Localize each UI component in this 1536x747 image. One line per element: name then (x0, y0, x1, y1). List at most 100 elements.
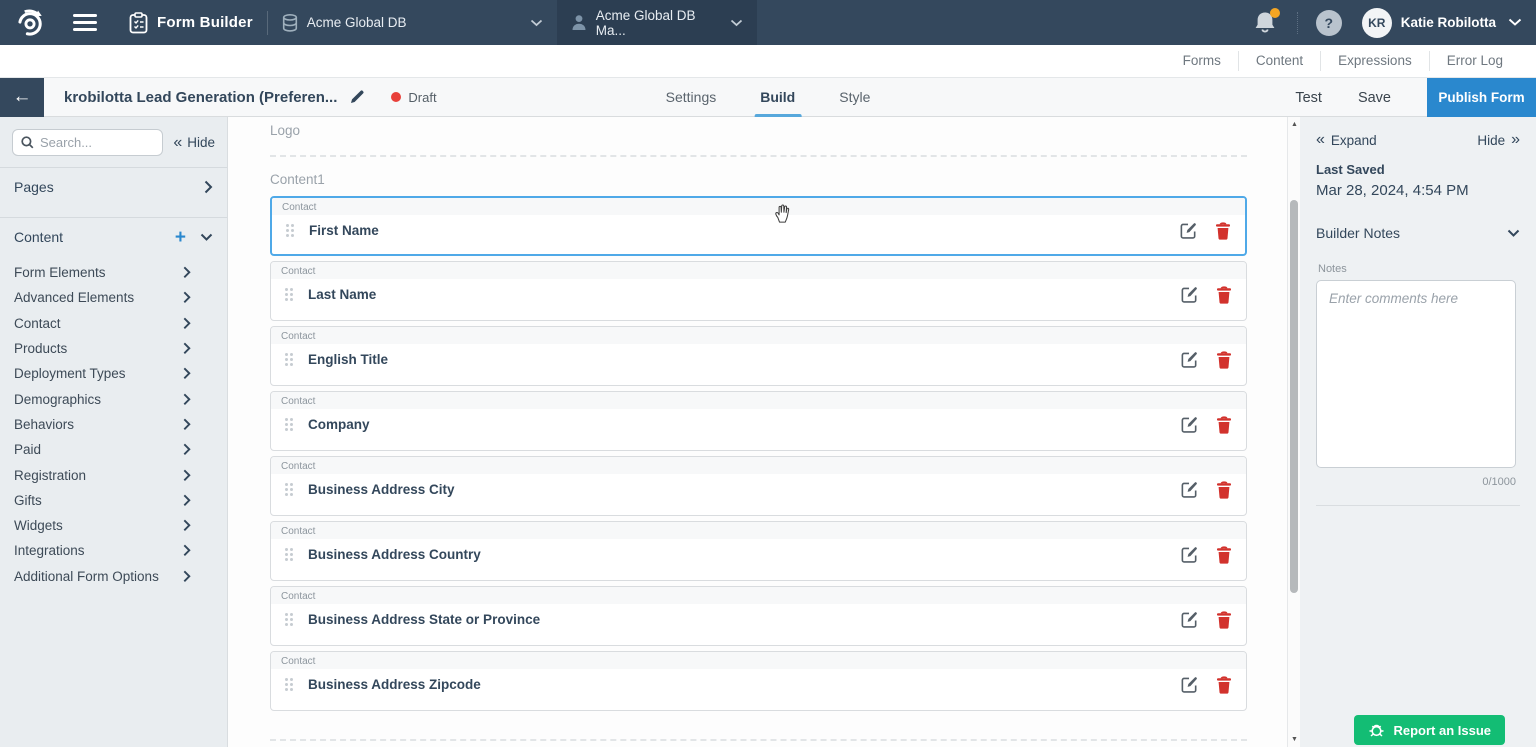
delete-field-trash-icon[interactable] (1216, 415, 1232, 434)
field-card[interactable]: Contact First Name (270, 196, 1247, 256)
edit-field-icon[interactable] (1180, 480, 1199, 499)
drag-handle-icon[interactable] (285, 353, 293, 366)
drag-handle-icon[interactable] (285, 678, 293, 691)
help-icon[interactable]: ? (1316, 10, 1342, 36)
delete-field-trash-icon[interactable] (1216, 285, 1232, 304)
sidebar-category-item[interactable]: Deployment Types (14, 361, 191, 386)
builder-notes-header[interactable]: Builder Notes (1316, 225, 1520, 241)
search-icon (21, 136, 34, 149)
chevron-down-icon[interactable] (200, 233, 213, 242)
tab-build[interactable]: Build (760, 78, 795, 117)
sidebar-category-item[interactable]: Paid (14, 437, 191, 462)
chevron-down-icon (530, 19, 543, 27)
field-label: Business Address Country (308, 547, 481, 562)
field-label: Business Address State or Province (308, 612, 540, 627)
delete-field-trash-icon[interactable] (1216, 545, 1232, 564)
chevron-right-icon (183, 393, 191, 406)
category-label: Behaviors (14, 417, 74, 432)
sidebar-section-pages[interactable]: Pages (0, 168, 227, 206)
expand-panel-button[interactable]: « Expand (1316, 131, 1377, 149)
field-card[interactable]: Contact Company (270, 391, 1247, 451)
edit-field-icon[interactable] (1180, 545, 1199, 564)
field-card[interactable]: Contact Business Address Country (270, 521, 1247, 581)
hand-cursor-icon (773, 202, 792, 224)
save-button[interactable]: Save (1358, 90, 1391, 106)
sidebar-category-item[interactable]: Registration (14, 462, 191, 487)
sidebar-category-item[interactable]: Widgets (14, 513, 191, 538)
drag-handle-icon[interactable] (285, 613, 293, 626)
delete-field-trash-icon[interactable] (1215, 221, 1231, 240)
sidebar-category-item[interactable]: Integrations (14, 538, 191, 563)
content-section-label[interactable]: Content1 (270, 172, 1247, 187)
sidebar-category-item[interactable]: Advanced Elements (14, 285, 191, 310)
delete-field-trash-icon[interactable] (1216, 675, 1232, 694)
tab-forms[interactable]: Forms (1166, 51, 1238, 71)
report-issue-button[interactable]: Report an Issue (1354, 715, 1505, 745)
edit-title-pencil-icon[interactable] (349, 89, 365, 105)
drag-handle-icon[interactable] (285, 288, 293, 301)
database-selector[interactable]: Acme Global DB (268, 0, 557, 45)
scrollbar-thumb[interactable] (1290, 200, 1298, 593)
edit-field-icon[interactable] (1180, 415, 1199, 434)
draft-dot-icon (391, 92, 401, 102)
drag-handle-icon[interactable] (285, 483, 293, 496)
edit-field-icon[interactable] (1179, 221, 1198, 240)
test-button[interactable]: Test (1295, 90, 1322, 106)
sidebar-hide-button[interactable]: « Hide (173, 134, 215, 152)
tab-style[interactable]: Style (839, 78, 870, 117)
right-sidebar: « Expand Hide » Last Saved Mar 28, 2024,… (1300, 117, 1536, 747)
tab-content[interactable]: Content (1238, 51, 1320, 71)
field-label: First Name (309, 223, 379, 238)
chevron-right-icon (183, 469, 191, 482)
sidebar-category-item[interactable]: Behaviors (14, 412, 191, 437)
search-box[interactable] (12, 129, 163, 156)
notes-textarea[interactable] (1316, 280, 1516, 468)
logo-zone-label[interactable]: Logo (270, 123, 1247, 138)
delete-field-trash-icon[interactable] (1216, 350, 1232, 369)
sidebar-category-item[interactable]: Contact (14, 311, 191, 336)
delete-field-trash-icon[interactable] (1216, 480, 1232, 499)
publish-form-button[interactable]: Publish Form (1427, 78, 1536, 117)
field-card[interactable]: Contact Business Address City (270, 456, 1247, 516)
marketing-db-selector[interactable]: Acme Global DB Ma... (557, 0, 757, 45)
sidebar-category-item[interactable]: Gifts (14, 488, 191, 513)
canvas-scrollbar[interactable]: ▲ ▼ (1287, 117, 1300, 747)
edit-field-icon[interactable] (1180, 610, 1199, 629)
field-card[interactable]: Contact Last Name (270, 261, 1247, 321)
database-selector-value: Acme Global DB (307, 15, 425, 30)
hamburger-menu-icon[interactable] (73, 14, 97, 31)
add-content-plus-icon[interactable]: + (175, 228, 186, 247)
sidebar-section-content[interactable]: Content + (0, 218, 227, 256)
edit-field-icon[interactable] (1180, 350, 1199, 369)
user-menu-chevron-icon[interactable] (1508, 18, 1522, 27)
sidebar-category-item[interactable]: Demographics (14, 386, 191, 411)
avatar[interactable]: KR (1362, 8, 1392, 38)
acton-logo-icon[interactable] (13, 6, 47, 40)
edit-field-icon[interactable] (1180, 285, 1199, 304)
chevron-right-icon (183, 367, 191, 380)
delete-field-trash-icon[interactable] (1216, 610, 1232, 629)
builder-notes-label: Builder Notes (1316, 225, 1400, 241)
notifications-bell-icon[interactable] (1253, 10, 1279, 36)
notification-badge (1270, 8, 1280, 18)
field-card[interactable]: Contact Business Address State or Provin… (270, 586, 1247, 646)
character-counter: 0/1000 (1316, 476, 1516, 488)
top-app-bar: Form Builder Acme Global DB Acme Global … (0, 0, 1536, 45)
drag-handle-icon[interactable] (286, 224, 294, 237)
drag-handle-icon[interactable] (285, 418, 293, 431)
back-button[interactable]: ← (0, 78, 44, 117)
sidebar-category-item[interactable]: Products (14, 336, 191, 361)
sidebar-category-item[interactable]: Additional Form Options (14, 564, 191, 589)
edit-field-icon[interactable] (1180, 675, 1199, 694)
hide-panel-button[interactable]: Hide » (1477, 131, 1520, 149)
sidebar-category-item[interactable]: Form Elements (14, 260, 191, 285)
field-card[interactable]: Contact English Title (270, 326, 1247, 386)
tab-error-log[interactable]: Error Log (1429, 51, 1520, 71)
drag-handle-icon[interactable] (285, 548, 293, 561)
search-input[interactable] (40, 135, 154, 150)
field-card[interactable]: Contact Business Address Zipcode (270, 651, 1247, 711)
tab-settings[interactable]: Settings (666, 78, 717, 117)
notes-label: Notes (1318, 263, 1520, 275)
tab-expressions[interactable]: Expressions (1320, 51, 1429, 71)
report-issue-label: Report an Issue (1393, 723, 1491, 738)
